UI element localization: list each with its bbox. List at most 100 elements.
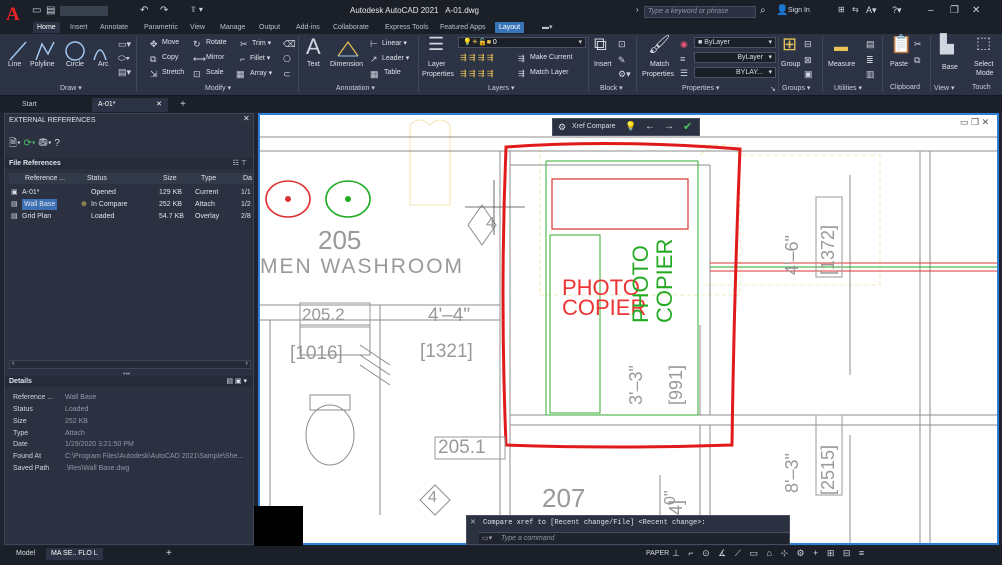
drawing-canvas[interactable]: 205 MEN WASHROOM 4'–4" [1321] [1016] 205… (258, 113, 999, 545)
base-view-icon[interactable]: ▙ (940, 35, 954, 53)
table-row[interactable]: ▤ Grid Plan Loaded 54.7 KB Overlay 2/8 (9, 211, 253, 222)
panel-groups-title[interactable]: Groups ▾ (782, 84, 810, 92)
col-type[interactable]: Type (201, 173, 216, 184)
hatch-icon[interactable]: ⬭▾ (118, 52, 130, 64)
panel-clipboard-title[interactable]: Clipboard (890, 84, 920, 91)
search-icon[interactable]: ⌕ (760, 5, 766, 16)
tab-express-tools[interactable]: Express Tools (385, 22, 428, 33)
group-button[interactable]: Group (781, 61, 800, 68)
group-select-icon[interactable]: ▣ (804, 68, 813, 80)
table-row[interactable]: ▤ Wall Base ⊕ In Compare 252 KB Attach 1… (9, 199, 253, 210)
match-layer-icon[interactable]: ⇶ (518, 68, 525, 80)
array-icon[interactable]: ▦ (236, 68, 245, 80)
block-attributes-icon[interactable]: ⚙▾ (618, 68, 631, 80)
sign-in-link[interactable]: Sign In (788, 7, 810, 14)
match-properties-icon[interactable]: 🖌 (648, 35, 671, 53)
col-date[interactable]: Da (243, 173, 252, 184)
floor-plan-drawing[interactable] (260, 115, 997, 543)
restore-icon[interactable]: ❐ (950, 5, 959, 16)
col-reference[interactable]: Reference ... (25, 173, 65, 184)
panel-layers-title[interactable]: Layers ▾ (488, 84, 514, 92)
leader-icon[interactable]: ↗ (370, 53, 378, 65)
rectangle-icon[interactable]: ▭▾ (118, 38, 131, 50)
line-tool[interactable]: Line (8, 61, 21, 68)
create-block-icon[interactable]: ⊡ (618, 38, 626, 50)
change-path-icon[interactable]: ⛁▾ (38, 138, 51, 149)
model-tab[interactable]: Model (16, 550, 35, 557)
tab-parametric[interactable]: Parametric (144, 22, 178, 33)
details-view-icon[interactable]: ▤ ▣ ▾ (226, 376, 247, 387)
tab-start[interactable]: Start (16, 98, 92, 112)
table-row[interactable]: ▣ A-01* Opened 129 KB Current 1/1 (9, 187, 253, 198)
col-status[interactable]: Status (87, 173, 107, 184)
layer-dropdown[interactable]: 💡☀🔓■ 0 ▾ (458, 37, 586, 48)
undo-icon[interactable]: ↶ (140, 5, 148, 16)
lineweight-icon[interactable]: ≡ (680, 53, 685, 65)
stretch-button[interactable]: Stretch (162, 69, 184, 76)
refresh-icon[interactable]: ⟳▾ (24, 138, 36, 149)
tab-annotate[interactable]: Annotate (100, 22, 128, 33)
open-file-icon[interactable]: ▤ (46, 5, 55, 16)
tab-manage[interactable]: Manage (220, 22, 245, 33)
mirror-icon[interactable]: ⟷ (193, 53, 206, 65)
command-input[interactable]: ▭▾ Type a command (479, 532, 789, 544)
scroll-left-icon[interactable]: ‹ (12, 360, 14, 367)
insert-block-icon[interactable]: ⧉ (594, 35, 607, 53)
panel-view-title[interactable]: View ▾ (934, 84, 955, 92)
color-dropdown[interactable]: ■ ByLayer ▾ (694, 37, 776, 48)
panel-modify-title[interactable]: Modify ▾ (205, 84, 231, 92)
linear-button[interactable]: Linear ▾ (382, 39, 407, 47)
bulb-icon[interactable]: 💡 (625, 121, 636, 132)
new-tab-icon[interactable]: + (174, 98, 192, 112)
paste-button[interactable]: Paste (890, 61, 908, 68)
fillet-icon[interactable]: ⌐ (240, 53, 245, 65)
erase-icon[interactable]: ⌫ (283, 38, 296, 50)
next-change-icon[interactable]: → (664, 121, 674, 132)
group-icon[interactable]: ⊞ (782, 35, 797, 53)
edit-block-icon[interactable]: ✎ (618, 54, 626, 66)
explode-icon[interactable]: ⎔ (283, 53, 291, 65)
move-button[interactable]: Move (162, 39, 179, 46)
close-tab-icon[interactable]: ✕ (156, 98, 162, 112)
linear-icon[interactable]: ⊢ (370, 38, 378, 50)
scale-button[interactable]: Scale (206, 69, 224, 76)
draw-tools-icon[interactable] (8, 38, 108, 64)
panel-annotation-title[interactable]: Annotation ▾ (336, 84, 375, 92)
table-button[interactable]: Table (384, 69, 401, 76)
rotate-button[interactable]: Rotate (206, 39, 227, 46)
layer-tools-icon[interactable]: ⇶ ⇶ ⇶ ⇶ (460, 52, 493, 64)
quick-select-icon[interactable]: ▥ (866, 68, 875, 80)
dimension-button[interactable]: Dimension (330, 61, 363, 68)
cut-icon[interactable]: ✂ (914, 38, 922, 50)
help-icon[interactable]: ?▾ (892, 5, 902, 16)
add-layout-icon[interactable]: + (166, 548, 172, 559)
palette-close-icon[interactable]: ✕ (243, 114, 250, 123)
paste-icon[interactable]: 📋 (890, 35, 912, 53)
offset-icon[interactable]: ⊂ (283, 68, 291, 80)
chevron-right-icon[interactable]: › (636, 5, 639, 14)
tab-collaborate[interactable]: Collaborate (333, 22, 369, 33)
copy-button[interactable]: Copy (162, 54, 178, 61)
copy-clip-icon[interactable]: ⧉ (914, 54, 920, 66)
minimize-icon[interactable]: – (928, 5, 934, 16)
stretch-icon[interactable]: ⇲ (150, 68, 158, 80)
insert-button[interactable]: Insert (594, 61, 612, 68)
redo-icon[interactable]: ↷ (160, 5, 168, 16)
cart-icon[interactable]: ⊞ (838, 5, 845, 14)
layer-tools-2-icon[interactable]: ⇶ ⇶ ⇶ ⇶ (460, 68, 493, 80)
user-icon[interactable]: 👤 (776, 5, 788, 16)
tab-home[interactable]: Home (33, 22, 60, 33)
text-button[interactable]: Text (307, 61, 320, 68)
arc-tool[interactable]: Arc (98, 61, 109, 68)
settings-icon[interactable]: ⚙ (558, 122, 566, 133)
trim-button[interactable]: Trim ▾ (252, 39, 271, 47)
list-icon[interactable]: ≣ (866, 54, 874, 66)
match-properties-button[interactable]: Match (650, 61, 669, 68)
linetype-icon[interactable]: ☰ (680, 67, 688, 79)
tab-layout[interactable]: Layout (495, 22, 525, 33)
panel-utilities-title[interactable]: Utilities ▾ (834, 84, 862, 92)
lineweight-dropdown[interactable]: ByLayer ▾ (694, 52, 776, 63)
status-toggle-icons[interactable]: ⊥ ⌐ ⊙ ∡ ⟋ ▭ ⌂ ⊹ ⚙ + ⊞ ⊟ ≡ (672, 548, 867, 559)
color-wheel-icon[interactable]: ◉ (680, 38, 688, 50)
scroll-right-icon[interactable]: › (246, 360, 248, 367)
